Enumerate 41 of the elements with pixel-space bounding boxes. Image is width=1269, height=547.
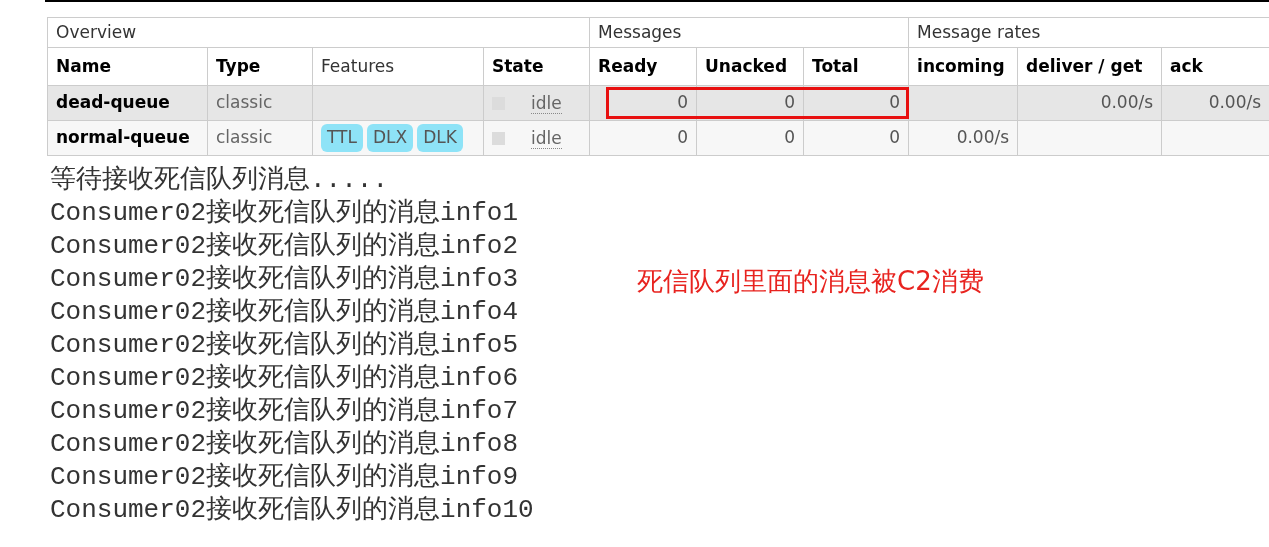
table-cell: 0 bbox=[803, 85, 909, 121]
column-header: Unacked bbox=[696, 47, 804, 86]
column-header: Total bbox=[803, 47, 909, 86]
queue-name: dead-queue bbox=[47, 85, 208, 121]
table-cell: 0.00/s bbox=[908, 120, 1018, 156]
table-cell: 0.00/s bbox=[1017, 85, 1162, 121]
table-cell: 0 bbox=[696, 120, 804, 156]
column-group-header: Messages bbox=[589, 17, 909, 48]
console-line: Consumer02接收死信队列的消息info9 bbox=[50, 461, 520, 494]
console-line: Consumer02接收死信队列的消息info2 bbox=[50, 230, 520, 263]
console-line: Consumer02接收死信队列的消息info6 bbox=[50, 362, 520, 395]
feature-badge: DLK bbox=[417, 124, 463, 152]
queue-state: idle bbox=[531, 92, 562, 114]
queue-state: idle bbox=[531, 127, 562, 149]
column-header: Features bbox=[312, 47, 484, 86]
column-header: Name bbox=[47, 47, 208, 86]
column-header: incoming bbox=[908, 47, 1018, 86]
table-cell: 0 bbox=[803, 120, 909, 156]
column-group-header: Overview bbox=[47, 17, 590, 48]
table-cell: classic bbox=[207, 120, 313, 156]
feature-badge: TTL bbox=[321, 124, 363, 152]
console-line: Consumer02接收死信队列的消息info8 bbox=[50, 428, 520, 461]
column-group-header: Message rates bbox=[908, 17, 1269, 48]
column-header: State bbox=[483, 47, 590, 86]
column-header: deliver / get bbox=[1017, 47, 1162, 86]
feature-badge: DLX bbox=[366, 124, 414, 152]
console-line: Consumer02接收死信队列的消息info4 bbox=[50, 296, 520, 329]
column-header: Type bbox=[207, 47, 313, 86]
console-line: Consumer02接收死信队列的消息info3 bbox=[50, 263, 520, 296]
status-square-icon bbox=[492, 131, 505, 145]
table-cell: 0 bbox=[696, 85, 804, 121]
console-line: 等待接收死信队列消息..... bbox=[50, 164, 389, 197]
console-line: Consumer02接收死信队列的消息info10 bbox=[50, 494, 535, 527]
table-cell: classic bbox=[207, 85, 313, 121]
console-line: Consumer02接收死信队列的消息info5 bbox=[50, 329, 520, 362]
table-cell: 0 bbox=[589, 120, 697, 156]
column-header: Ready bbox=[589, 47, 697, 86]
annotation-text: 死信队列里面的消息被C2消费 bbox=[637, 265, 984, 298]
console-line: Consumer02接收死信队列的消息info1 bbox=[50, 197, 520, 230]
console-line: Consumer02接收死信队列的消息info7 bbox=[50, 395, 520, 428]
queue-name: normal-queue bbox=[47, 120, 208, 156]
